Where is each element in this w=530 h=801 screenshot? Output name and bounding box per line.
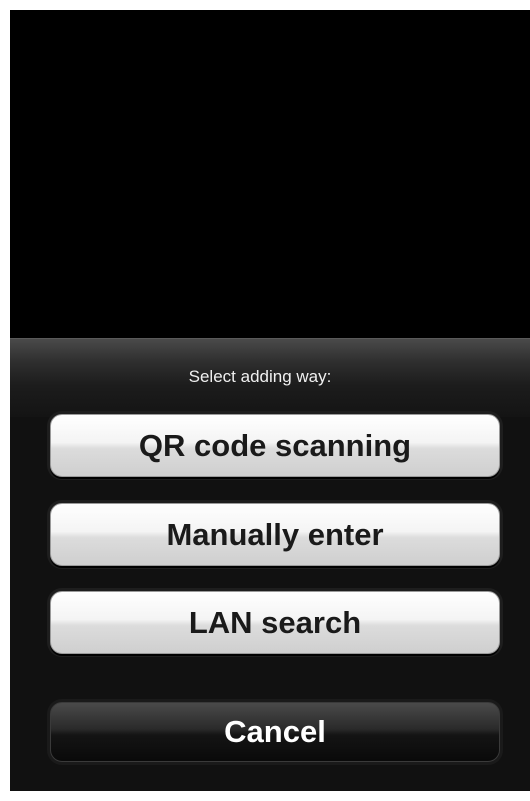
add-method-sheet: Select adding way: QR code scanning Manu… <box>10 338 530 791</box>
sheet-header: Select adding way: <box>10 338 530 417</box>
sheet-title: Select adding way: <box>188 367 332 386</box>
cancel-button[interactable]: Cancel <box>50 702 500 762</box>
manually-enter-button[interactable]: Manually enter <box>50 503 500 566</box>
qr-code-scanning-button[interactable]: QR code scanning <box>50 414 500 477</box>
lan-search-button[interactable]: LAN search <box>50 591 500 654</box>
app-screen: Select adding way: QR code scanning Manu… <box>10 10 530 791</box>
